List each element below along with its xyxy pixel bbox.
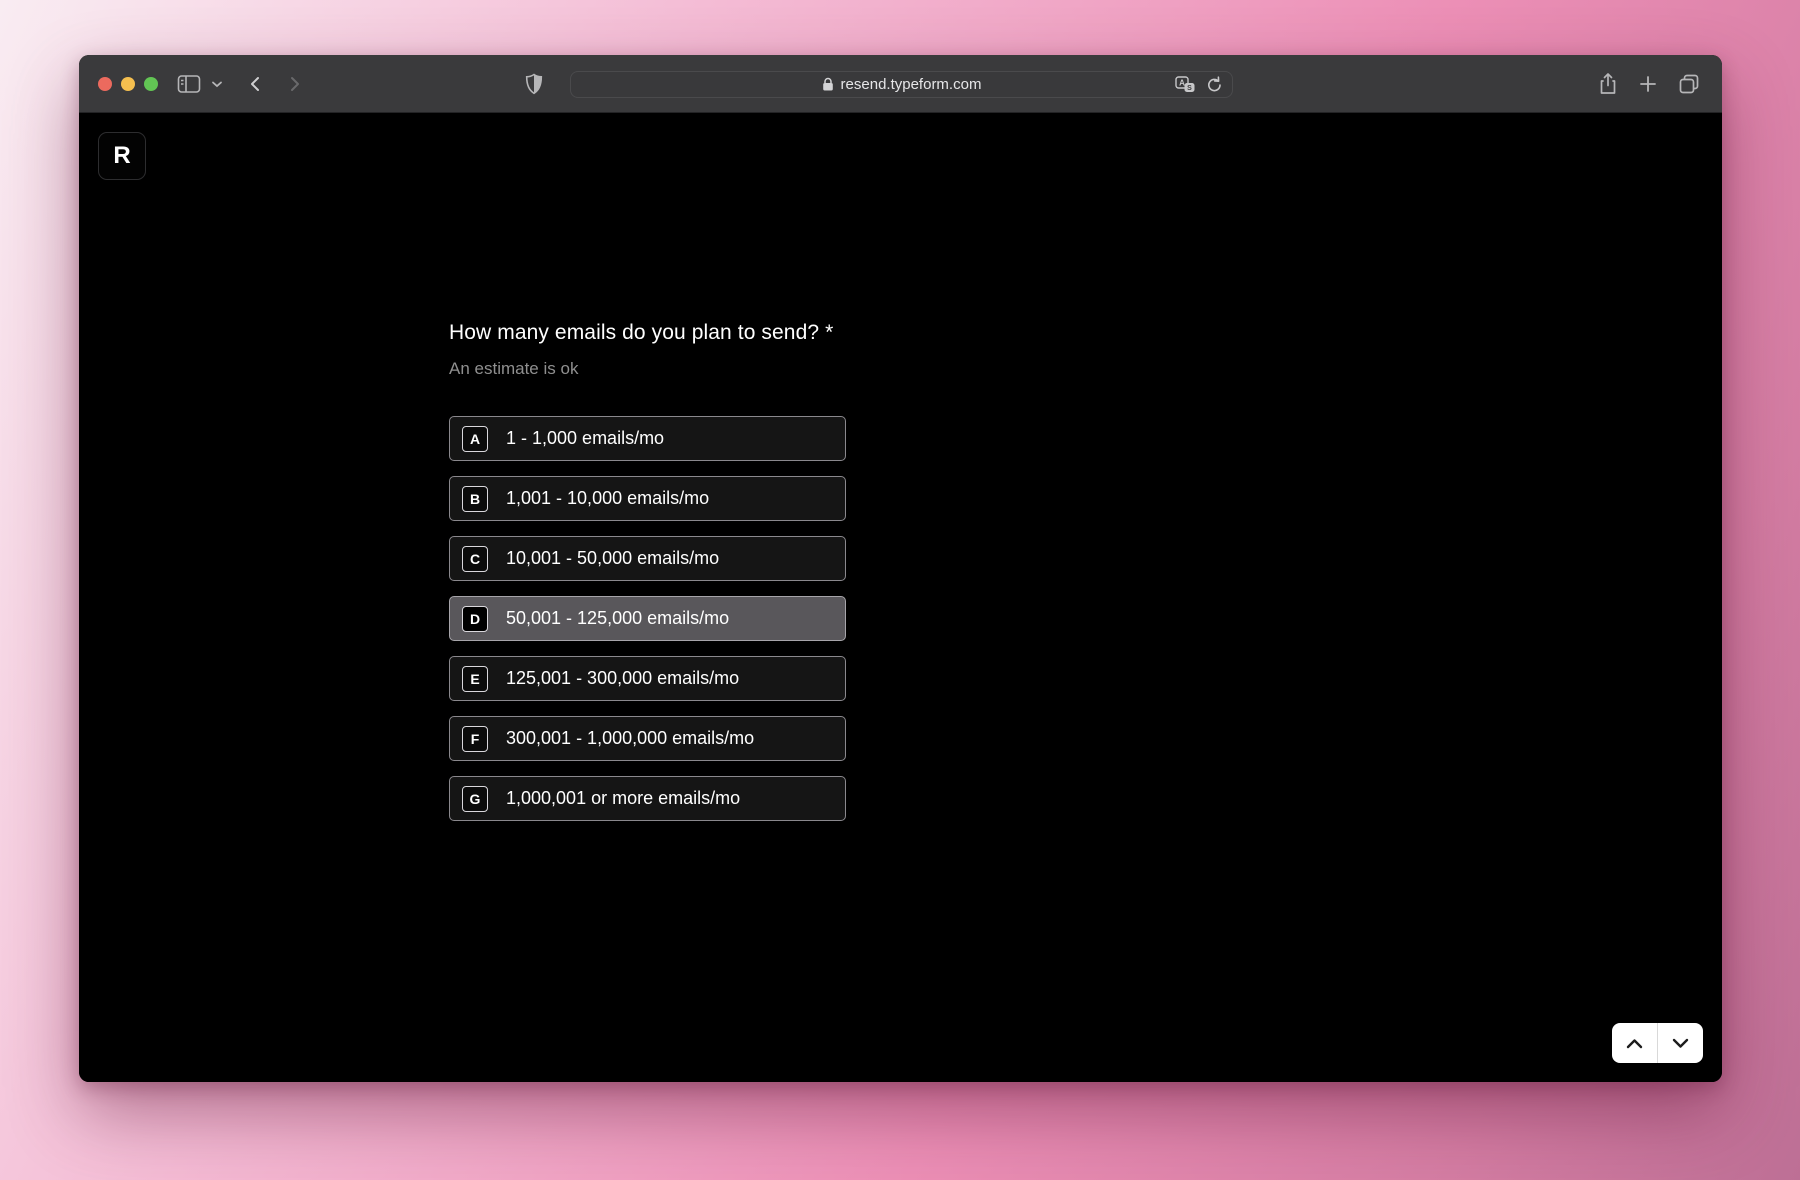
- svg-text:A: A: [1179, 79, 1185, 88]
- svg-text:S: S: [1187, 85, 1192, 92]
- page-content: R How many emails do you plan to send? *…: [79, 113, 1722, 1082]
- option-key-badge: B: [462, 486, 488, 512]
- browser-titlebar: resend.typeform.com A S: [79, 55, 1722, 113]
- sidebar-toggle-icon[interactable]: [177, 55, 201, 113]
- option-d[interactable]: D 50,001 - 125,000 emails/mo: [449, 596, 846, 641]
- option-key-badge: C: [462, 546, 488, 572]
- back-button-icon[interactable]: [247, 55, 263, 113]
- traffic-lights: [98, 77, 158, 91]
- address-bar[interactable]: resend.typeform.com A S: [570, 71, 1233, 98]
- translate-icon[interactable]: A S: [1175, 76, 1196, 93]
- forward-button-icon[interactable]: [287, 55, 303, 113]
- logo-letter: R: [113, 142, 130, 170]
- url-text: resend.typeform.com: [841, 76, 982, 93]
- option-key-badge: F: [462, 726, 488, 752]
- option-label: 125,001 - 300,000 emails/mo: [506, 668, 739, 689]
- next-question-button[interactable]: [1657, 1023, 1703, 1063]
- option-key-badge: D: [462, 606, 488, 632]
- options-list: A 1 - 1,000 emails/mo B 1,001 - 10,000 e…: [449, 416, 846, 821]
- option-a[interactable]: A 1 - 1,000 emails/mo: [449, 416, 846, 461]
- privacy-shield-icon[interactable]: [525, 55, 543, 113]
- option-key-badge: A: [462, 426, 488, 452]
- zoom-window-button[interactable]: [144, 77, 158, 91]
- option-g[interactable]: G 1,000,001 or more emails/mo: [449, 776, 846, 821]
- option-label: 10,001 - 50,000 emails/mo: [506, 548, 719, 569]
- minimize-window-button[interactable]: [121, 77, 135, 91]
- share-icon[interactable]: [1598, 72, 1618, 96]
- chevron-down-icon[interactable]: [211, 55, 223, 113]
- form-navigation: [1612, 1023, 1703, 1063]
- resend-logo: R: [98, 132, 146, 180]
- option-e[interactable]: E 125,001 - 300,000 emails/mo: [449, 656, 846, 701]
- option-f[interactable]: F 300,001 - 1,000,000 emails/mo: [449, 716, 846, 761]
- required-marker: *: [825, 321, 833, 344]
- close-window-button[interactable]: [98, 77, 112, 91]
- option-label: 50,001 - 125,000 emails/mo: [506, 608, 729, 629]
- question-block: How many emails do you plan to send? * A…: [449, 320, 846, 836]
- option-label: 1,001 - 10,000 emails/mo: [506, 488, 709, 509]
- option-label: 1,000,001 or more emails/mo: [506, 788, 740, 809]
- new-tab-icon[interactable]: [1638, 74, 1658, 94]
- reload-icon[interactable]: [1206, 76, 1223, 94]
- option-key-badge: G: [462, 786, 488, 812]
- lock-icon: [822, 77, 834, 92]
- question-title: How many emails do you plan to send? *: [449, 320, 846, 346]
- browser-window: resend.typeform.com A S: [79, 55, 1722, 1082]
- tab-overview-icon[interactable]: [1678, 73, 1700, 95]
- question-subtitle: An estimate is ok: [449, 358, 846, 380]
- chevron-up-icon: [1626, 1038, 1643, 1049]
- chevron-down-icon: [1672, 1038, 1689, 1049]
- option-b[interactable]: B 1,001 - 10,000 emails/mo: [449, 476, 846, 521]
- option-c[interactable]: C 10,001 - 50,000 emails/mo: [449, 536, 846, 581]
- option-label: 1 - 1,000 emails/mo: [506, 428, 664, 449]
- previous-question-button[interactable]: [1612, 1023, 1657, 1063]
- option-key-badge: E: [462, 666, 488, 692]
- option-label: 300,001 - 1,000,000 emails/mo: [506, 728, 754, 749]
